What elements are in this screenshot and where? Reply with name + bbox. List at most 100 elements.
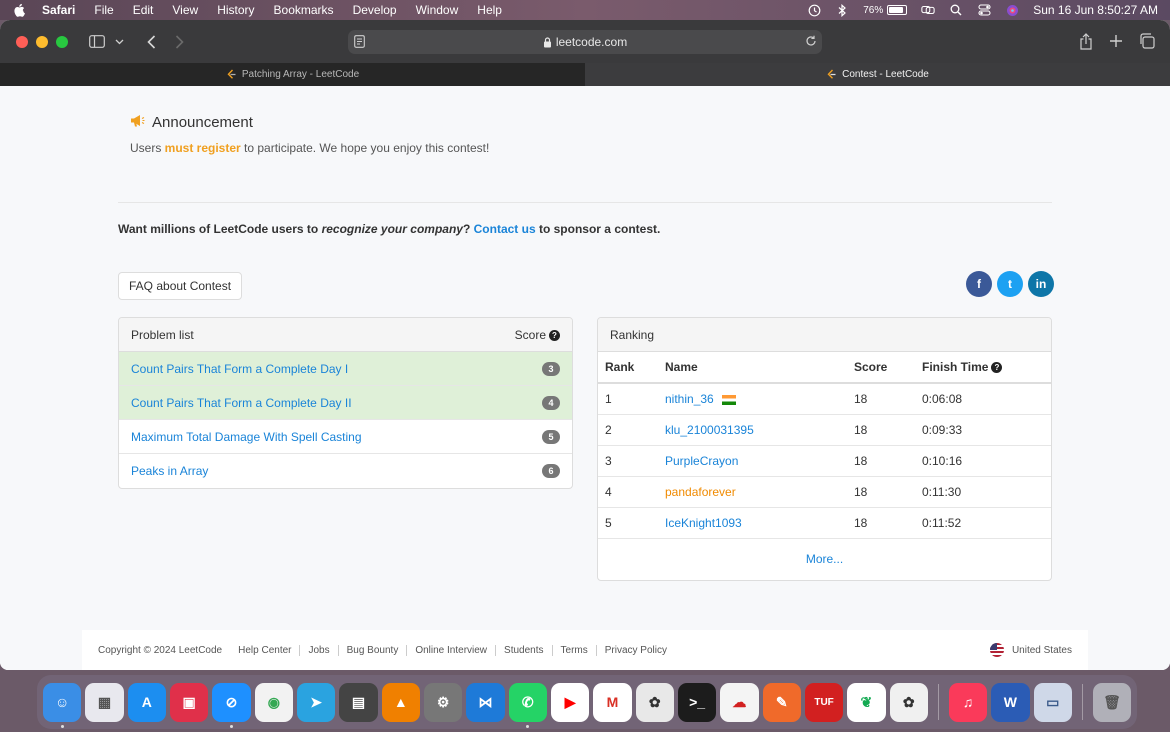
footer-link-privacy-policy[interactable]: Privacy Policy [595, 644, 675, 656]
menu-bookmarks[interactable]: Bookmarks [274, 3, 334, 17]
footer-link-bug-bounty[interactable]: Bug Bounty [337, 644, 407, 656]
minimize-window-button[interactable] [36, 35, 48, 48]
leetcode-icon [226, 69, 237, 80]
dock-trash-icon[interactable]: 🗑 [1092, 682, 1132, 722]
dock-terminal-icon[interactable]: >_ [677, 682, 717, 722]
more-link[interactable]: More... [598, 539, 1051, 580]
menu-file[interactable]: File [94, 3, 113, 17]
menu-edit[interactable]: Edit [133, 3, 154, 17]
faq-button[interactable]: FAQ about Contest [118, 272, 243, 300]
siri-icon[interactable] [1005, 3, 1019, 17]
problem-row[interactable]: Peaks in Array 6 [119, 454, 572, 488]
dock-preview-icon[interactable]: ▭ [1033, 682, 1072, 722]
new-tab-icon[interactable] [1105, 30, 1127, 52]
dock-calculator-icon[interactable]: ▤ [339, 682, 378, 722]
dock-openai-app-icon[interactable]: ✿ [889, 682, 928, 722]
problem-row[interactable]: Count Pairs That Form a Complete Day I 3 [119, 352, 572, 386]
screen-mirroring-icon[interactable] [921, 3, 935, 17]
chevron-down-icon[interactable] [108, 31, 130, 53]
name-cell: IceKnight1093 [658, 507, 847, 539]
footer-link-students[interactable]: Students [495, 644, 551, 656]
reader-icon[interactable] [354, 35, 365, 51]
menu-history[interactable]: History [217, 3, 254, 17]
dock-pen-app-icon[interactable]: ✎ [762, 682, 801, 722]
social-share: f t in [966, 271, 1054, 297]
menu-view[interactable]: View [172, 3, 198, 17]
menu-window[interactable]: Window [416, 3, 459, 17]
dock-whatsapp-icon[interactable]: ✆ [508, 682, 547, 728]
menu-bar: Safari File Edit View History Bookmarks … [0, 0, 1170, 20]
user-link[interactable]: nithin_36 [665, 392, 714, 406]
problem-title[interactable]: Peaks in Array [131, 464, 208, 478]
dock-safari-icon[interactable]: ⊘ [212, 682, 251, 728]
dock-vlc-icon[interactable]: ▲ [381, 682, 420, 722]
dock-tuf-app-icon[interactable]: TUF [804, 682, 844, 722]
dock-app-store-icon[interactable]: A [127, 682, 166, 722]
help-icon[interactable]: ? [991, 362, 1003, 374]
footer-link-jobs[interactable]: Jobs [299, 644, 337, 656]
menu-help[interactable]: Help [477, 3, 502, 17]
problem-row[interactable]: Maximum Total Damage With Spell Casting … [119, 420, 572, 454]
country-selector[interactable]: United States [989, 643, 1072, 657]
name-cell: PurpleCrayon [658, 445, 847, 477]
user-link[interactable]: pandaforever [665, 485, 736, 499]
user-link[interactable]: klu_2100031395 [665, 423, 754, 437]
reload-icon[interactable] [804, 34, 818, 51]
time-machine-icon[interactable] [807, 3, 821, 17]
dock-music-icon[interactable]: ♫ [948, 682, 988, 722]
dock-photo-booth-icon[interactable]: ▣ [169, 682, 209, 722]
zoom-window-button[interactable] [56, 35, 68, 48]
dock-cloud-app-icon[interactable]: ☁ [720, 682, 759, 722]
footer-link-help-center[interactable]: Help Center [238, 645, 299, 656]
dock-gmail-icon[interactable]: M [593, 682, 632, 722]
close-window-button[interactable] [16, 35, 28, 48]
dock-youtube-icon[interactable]: ▶ [550, 682, 590, 722]
dock-mongodb-compass-icon[interactable]: ❦ [847, 682, 886, 722]
must-register-link[interactable]: must register [165, 141, 241, 155]
contact-us-link[interactable]: Contact us [474, 222, 536, 236]
user-link[interactable]: IceKnight1093 [665, 516, 742, 530]
ranking-table: Rank Name Score Finish Time? 1 nithin_36… [598, 352, 1051, 539]
share-icon[interactable] [1075, 30, 1097, 52]
dock-finder-icon[interactable]: ☺ [43, 682, 82, 728]
menu-app-name[interactable]: Safari [42, 3, 75, 17]
announcement: Announcement Users must register to part… [130, 114, 489, 155]
footer-link-online-interview[interactable]: Online Interview [406, 644, 495, 656]
dock-system-settings-icon[interactable]: ⚙ [423, 682, 463, 722]
menu-develop[interactable]: Develop [353, 3, 397, 17]
problem-list-header: Problem list Score? [119, 318, 572, 352]
score-badge: 3 [542, 361, 560, 376]
dock-word-icon[interactable]: W [991, 682, 1030, 722]
address-bar[interactable]: leetcode.com [348, 30, 822, 54]
battery-indicator[interactable]: 76% [863, 5, 908, 16]
tab-patching-array[interactable]: Patching Array - LeetCode [0, 63, 585, 86]
linkedin-icon[interactable]: in [1028, 271, 1054, 297]
dock-chatgpt-icon[interactable]: ✿ [635, 682, 674, 722]
sidebar-toggle-icon[interactable] [86, 31, 108, 53]
problem-title[interactable]: Count Pairs That Form a Complete Day I [131, 362, 348, 376]
dock-separator [1081, 684, 1083, 720]
search-icon[interactable] [949, 3, 963, 17]
bluetooth-icon[interactable] [835, 3, 849, 17]
back-button[interactable] [140, 31, 162, 53]
apple-icon[interactable] [12, 3, 26, 17]
help-icon[interactable]: ? [549, 329, 560, 341]
finish-time-cell: 0:11:52 [915, 507, 1051, 539]
user-link[interactable]: PurpleCrayon [665, 454, 738, 468]
dock-launchpad-icon[interactable]: ▦ [85, 682, 124, 722]
dock-chrome-icon[interactable]: ◉ [254, 682, 293, 722]
forward-button[interactable] [168, 31, 190, 53]
problem-row[interactable]: Count Pairs That Form a Complete Day II … [119, 386, 572, 420]
facebook-icon[interactable]: f [966, 271, 992, 297]
problem-title[interactable]: Count Pairs That Form a Complete Day II [131, 396, 352, 410]
tab-overview-icon[interactable] [1136, 30, 1158, 52]
dock-vscode-icon[interactable]: ⋈ [466, 682, 505, 722]
name-cell: nithin_36 [658, 383, 847, 415]
twitter-icon[interactable]: t [997, 271, 1023, 297]
tab-contest[interactable]: Contest - LeetCode [585, 63, 1170, 86]
clock[interactable]: Sun 16 Jun 8:50:27 AM [1033, 3, 1158, 17]
problem-title[interactable]: Maximum Total Damage With Spell Casting [131, 430, 362, 444]
control-center-icon[interactable] [977, 3, 991, 17]
footer-link-terms[interactable]: Terms [551, 644, 596, 656]
dock-telegram-icon[interactable]: ➤ [296, 682, 336, 722]
